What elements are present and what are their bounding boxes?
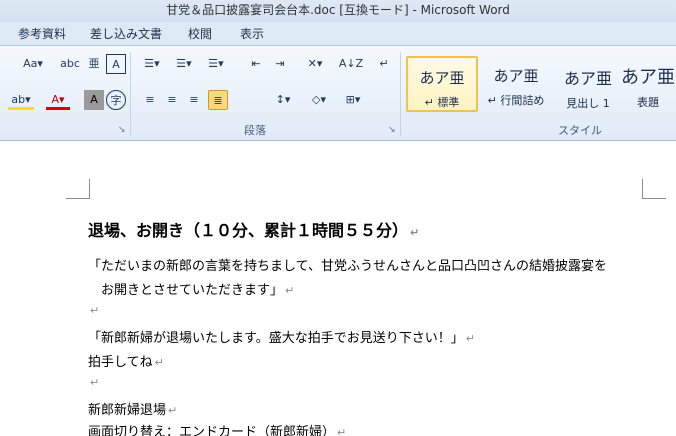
multilevel-list-button[interactable]: ☰▾ — [204, 54, 228, 74]
doc-empty-line[interactable]: ↵ — [88, 303, 99, 318]
bullets-button[interactable]: ☰▾ — [140, 54, 164, 74]
numbering-button[interactable]: ☰▾ — [172, 54, 196, 74]
show-marks-button[interactable]: ↵ — [374, 54, 394, 74]
style-no-spacing[interactable]: あア亜 ↵ 行間詰め — [480, 56, 552, 112]
tab-review[interactable]: 校閲 — [188, 22, 212, 46]
crop-mark-top-right — [642, 179, 666, 199]
doc-line[interactable]: 画面切り替え：エンドカード（新郎新婦） ↵ — [88, 421, 346, 436]
shading-button[interactable]: ◇▾ — [306, 90, 332, 110]
paragraph-mark-icon: ↵ — [337, 426, 347, 436]
justify-button[interactable]: ≣ — [208, 90, 228, 110]
line-text: お開きとさせていただきます」 — [88, 283, 284, 298]
styles-group-label: スタイル — [558, 124, 602, 137]
window-title: 甘党＆品口披露宴司会台本.doc [互換モード] - Microsoft Wor… — [166, 3, 510, 17]
decrease-indent-button[interactable]: ⇤ — [246, 54, 266, 74]
ribbon: Aa▾ abc 亜 A ab▾ A▾ A 字 ↘ ☰▾ ☰▾ ☰▾ ⇤ ⇥ ✕▾… — [0, 46, 676, 141]
doc-line[interactable]: 拍手してね ↵ — [88, 351, 164, 370]
style-name: 見出し 1 — [566, 97, 610, 110]
doc-line[interactable]: 「新郎新婦が退場いたします。盛大な拍手でお見送り下さい！」 ↵ — [88, 327, 475, 346]
group-separator — [400, 52, 401, 136]
borders-button[interactable]: ⊞▾ — [340, 90, 366, 110]
increase-indent-button[interactable]: ⇥ — [270, 54, 290, 74]
phonetic-guide-button[interactable]: abc — [60, 54, 80, 74]
align-left-button[interactable]: ≡ — [140, 90, 160, 110]
enclose-character-button[interactable]: A — [106, 54, 126, 74]
document-page[interactable]: 退場、お開き（１０分、累計１時間５５分） ↵ 「ただいまの新郎の言葉を持ちまして、… — [0, 141, 676, 436]
style-name: ↵ 標準 — [424, 96, 460, 109]
character-shading-button[interactable]: A — [84, 90, 104, 110]
highlight-color-button[interactable]: ab▾ — [8, 90, 34, 110]
font-dialog-launcher-icon[interactable]: ↘ — [118, 125, 126, 135]
paragraph-group-label: 段落 — [244, 124, 266, 137]
asian-layout-button[interactable]: ✕▾ — [302, 54, 328, 74]
style-heading-1[interactable]: あア亜 見出し 1 — [552, 56, 624, 112]
font-color-button[interactable]: A▾ — [46, 90, 70, 110]
paragraph-dialog-launcher-icon[interactable]: ↘ — [388, 125, 396, 135]
line-spacing-button[interactable]: ↕▾ — [270, 90, 296, 110]
style-name: ↵ 行間詰め — [487, 94, 545, 107]
crop-mark-top-left — [66, 179, 90, 199]
sort-button[interactable]: A↓Z — [338, 54, 364, 74]
paragraph-mark-icon: ↵ — [90, 376, 100, 389]
doc-line[interactable]: 「ただいまの新郎の言葉を持ちまして、甘党ふうせんさんと品口凸凹さんの結婚披露宴を — [88, 255, 607, 274]
style-sample: あア亜 — [493, 67, 539, 85]
line-text: 新郎新婦退場 — [88, 403, 167, 418]
character-border-icon[interactable]: 亜 — [84, 54, 104, 74]
paragraph-mark-icon: ↵ — [465, 332, 475, 345]
doc-line[interactable]: 新郎新婦退場 ↵ — [88, 399, 177, 418]
group-separator — [130, 52, 131, 136]
styles-gallery: あア亜 ↵ 標準 あア亜 ↵ 行間詰め あア亜 見出し 1 あア亜 表題 — [404, 56, 676, 116]
line-text: 「ただいまの新郎の言葉を持ちまして、甘党ふうせんさんと品口凸凹さんの結婚披露宴を — [88, 259, 607, 274]
style-sample: あア亜 — [419, 69, 465, 87]
style-sample: あア亜 — [563, 69, 612, 88]
enclosed-character-button[interactable]: 字 — [106, 90, 126, 110]
tab-references[interactable]: 参考資料 — [18, 22, 66, 46]
align-center-button[interactable]: ≡ — [162, 90, 182, 110]
tab-mailings[interactable]: 差し込み文書 — [90, 22, 162, 46]
style-name: 表題 — [637, 96, 659, 109]
line-text: 「新郎新婦が退場いたします。盛大な拍手でお見送り下さい！」 — [88, 331, 464, 346]
paragraph-mark-icon: ↵ — [154, 356, 164, 369]
paragraph-mark-icon: ↵ — [410, 226, 420, 239]
style-normal[interactable]: あア亜 ↵ 標準 — [406, 56, 478, 112]
tab-view[interactable]: 表示 — [240, 22, 264, 46]
line-text: 拍手してね — [88, 355, 153, 370]
style-title[interactable]: あア亜 表題 — [620, 56, 676, 112]
paragraph-mark-icon: ↵ — [90, 304, 100, 317]
paragraph-mark-icon: ↵ — [285, 284, 295, 297]
change-case-button[interactable]: Aa▾ — [20, 54, 46, 74]
style-sample: あア亜 — [621, 67, 675, 88]
ribbon-tabs: 参考資料 差し込み文書 校閲 表示 — [0, 22, 676, 46]
paragraph-mark-icon: ↵ — [168, 404, 178, 417]
line-text: 退場、お開き（１０分、累計１時間５５分） — [88, 221, 409, 240]
title-bar: 甘党＆品口披露宴司会台本.doc [互換モード] - Microsoft Wor… — [0, 0, 676, 22]
doc-line[interactable]: お開きとさせていただきます」 ↵ — [88, 279, 294, 298]
align-right-button[interactable]: ≡ — [184, 90, 204, 110]
line-text: 画面切り替え：エンドカード（新郎新婦） — [88, 425, 336, 436]
doc-heading[interactable]: 退場、お開き（１０分、累計１時間５５分） ↵ — [88, 217, 419, 241]
doc-empty-line[interactable]: ↵ — [88, 375, 99, 390]
